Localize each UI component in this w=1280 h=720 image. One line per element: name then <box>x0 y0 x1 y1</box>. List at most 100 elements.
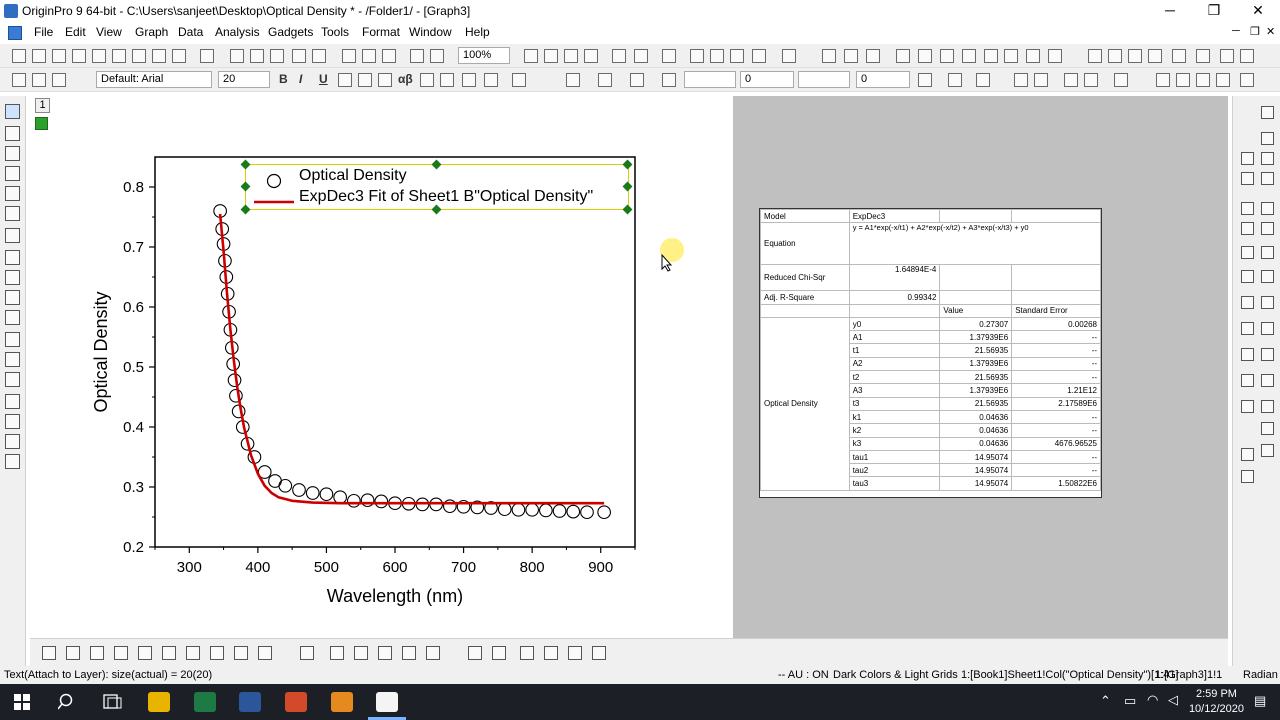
set-group-icon[interactable] <box>1220 49 1234 63</box>
table-tool-icon[interactable] <box>5 414 20 429</box>
extract-layer-icon[interactable] <box>1241 202 1254 215</box>
zoom-page-icon[interactable] <box>468 646 482 660</box>
app-icon[interactable] <box>331 692 353 712</box>
legend-update-icon[interactable] <box>1241 322 1254 335</box>
network-icon[interactable] <box>984 49 998 63</box>
status-angle-units[interactable]: Radian <box>1243 669 1278 681</box>
new-function-icon[interactable] <box>92 49 106 63</box>
data-selector-icon[interactable] <box>5 228 20 243</box>
add-right-y-icon[interactable] <box>1241 172 1254 185</box>
pointer-icon[interactable] <box>5 104 20 119</box>
chevron-up-icon[interactable]: ⌃ <box>1100 693 1111 709</box>
heatmap-icon[interactable] <box>426 646 440 660</box>
add-inset-data-icon[interactable] <box>1261 222 1274 235</box>
subscript-icon[interactable] <box>358 73 372 87</box>
set-y-icon[interactable] <box>1108 49 1122 63</box>
menu-data[interactable]: Data <box>178 25 203 39</box>
line-width-select[interactable]: 0 <box>740 71 794 88</box>
pie-plot-icon[interactable] <box>210 646 224 660</box>
color-scale-icon[interactable] <box>1241 296 1254 309</box>
merge-icon[interactable] <box>1014 73 1028 87</box>
increase-font-icon[interactable] <box>420 73 434 87</box>
line-style-select[interactable] <box>684 71 736 88</box>
status-au[interactable]: -- AU : ON <box>778 669 829 681</box>
copy-page-icon[interactable] <box>544 49 558 63</box>
add-top-x-icon[interactable] <box>1261 152 1274 165</box>
page-setup-icon[interactable] <box>584 49 598 63</box>
line-symbol-icon[interactable] <box>90 646 104 660</box>
fill-color-icon[interactable] <box>566 73 580 87</box>
menu-view[interactable]: View <box>96 25 122 39</box>
new-notes-icon[interactable] <box>152 49 166 63</box>
fill-pattern-icon[interactable] <box>918 73 932 87</box>
import-ascii-icon[interactable] <box>342 49 356 63</box>
rescale-y-icon[interactable] <box>1261 246 1274 259</box>
arrow-tool-icon[interactable] <box>5 310 20 325</box>
column-plot-icon[interactable] <box>114 646 128 660</box>
multi-layer-icon[interactable] <box>592 646 606 660</box>
settings-gear-icon[interactable] <box>752 49 766 63</box>
set-subject-icon[interactable] <box>1240 49 1254 63</box>
recent-books-icon[interactable] <box>270 49 284 63</box>
open-excel-icon[interactable] <box>250 49 264 63</box>
menu-file[interactable]: File <box>34 25 53 39</box>
layer-tool-icon[interactable] <box>1261 106 1274 119</box>
task-view-icon[interactable] <box>103 694 123 710</box>
superscript-icon[interactable] <box>338 73 352 87</box>
grid-icon[interactable] <box>976 73 990 87</box>
excel-icon[interactable] <box>194 692 216 712</box>
menu-window[interactable]: Window <box>409 25 452 39</box>
rescale-icon[interactable] <box>1261 132 1274 145</box>
data-reader-icon[interactable] <box>5 186 20 201</box>
add-timestamp-icon[interactable] <box>1261 400 1274 413</box>
refresh-graph-icon[interactable] <box>520 646 534 660</box>
volume-icon[interactable]: ◁ <box>1168 692 1178 708</box>
multi-bar-icon[interactable] <box>962 49 976 63</box>
search-icon[interactable] <box>58 693 76 711</box>
menu-tools[interactable]: Tools <box>321 25 349 39</box>
minimize-button[interactable]: ─ <box>1148 0 1192 22</box>
font-color-icon[interactable] <box>512 73 526 87</box>
menu-format[interactable]: Format <box>362 25 400 39</box>
notifications-icon[interactable]: ▤ <box>1254 693 1266 709</box>
data-cursor-icon[interactable] <box>5 206 20 221</box>
import-multiple-icon[interactable] <box>362 49 376 63</box>
legend[interactable]: Optical Density ExpDec3 Fit of Sheet1 B"… <box>240 159 633 215</box>
swap-icon[interactable] <box>1084 73 1098 87</box>
add-xy-icon[interactable] <box>1261 172 1274 185</box>
origin-taskbar-icon[interactable] <box>376 692 398 712</box>
symbol-color-icon[interactable] <box>662 73 676 87</box>
underline-button[interactable]: U <box>319 72 328 86</box>
image-tool-icon[interactable] <box>5 434 20 449</box>
supersub-icon[interactable] <box>378 73 392 87</box>
print-icon[interactable] <box>524 49 538 63</box>
line-plot-icon[interactable] <box>42 646 56 660</box>
zoom-out-icon[interactable] <box>5 146 20 161</box>
rescale-x-icon[interactable] <box>1241 246 1254 259</box>
menu-help[interactable]: Help <box>465 25 490 39</box>
region-of-interest-icon[interactable] <box>5 250 20 265</box>
group-objects-icon[interactable] <box>1114 73 1128 87</box>
clock-icon[interactable] <box>1261 422 1274 435</box>
menu-graph[interactable]: Graph <box>135 25 168 39</box>
reconstruct-legend-icon[interactable] <box>1241 348 1254 361</box>
filter-remove-icon[interactable] <box>1048 49 1062 63</box>
add-column-icon[interactable] <box>782 49 796 63</box>
worksheet-table-icon[interactable] <box>1261 444 1274 457</box>
new-legend-icon[interactable] <box>1261 374 1274 387</box>
3d-scatter-icon[interactable] <box>354 646 368 660</box>
status-active-graph[interactable]: 1:[Graph3]1!1 <box>1155 669 1222 681</box>
add-table-icon[interactable] <box>1261 348 1274 361</box>
text-tool-icon[interactable] <box>5 290 20 305</box>
line-tool-icon[interactable] <box>5 332 20 347</box>
fit-results-table[interactable]: Model ExpDec3 Equation y = A1*exp(-x/t1)… <box>759 208 1102 498</box>
restore-button[interactable]: ❐ <box>1192 0 1236 22</box>
pattern-color-icon[interactable] <box>598 73 612 87</box>
image-plot-icon[interactable] <box>402 646 416 660</box>
mask-icon[interactable] <box>5 270 20 285</box>
sort-icon[interactable] <box>844 49 858 63</box>
close-button[interactable]: ✕ <box>1236 0 1280 22</box>
font-select[interactable]: Default: Arial <box>96 71 212 88</box>
add-layer-icon[interactable] <box>1241 152 1254 165</box>
save-template-icon[interactable] <box>312 49 326 63</box>
